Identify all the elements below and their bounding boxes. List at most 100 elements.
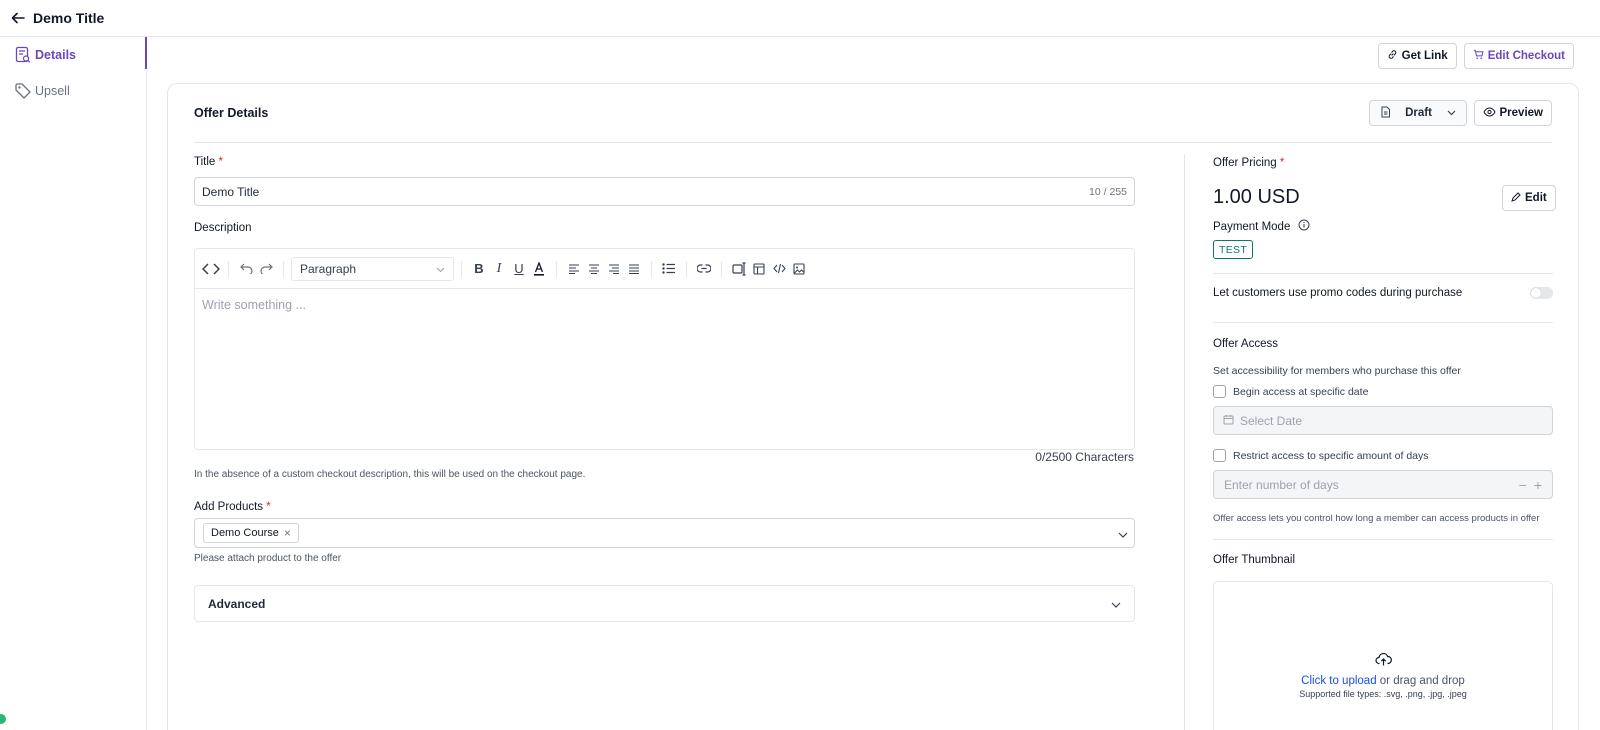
toolbar-divider xyxy=(721,260,722,277)
toolbar-divider xyxy=(686,260,687,277)
redo-icon[interactable] xyxy=(256,259,276,279)
offer-access-help: Offer access lets you control how long a… xyxy=(1213,513,1540,524)
sidebar-item-label: Upsell xyxy=(35,84,70,98)
status-value: Draft xyxy=(1405,107,1432,119)
edit-price-button[interactable]: Edit xyxy=(1502,185,1556,211)
promo-code-toggle[interactable] xyxy=(1530,287,1553,299)
product-chip-label: Demo Course xyxy=(211,527,279,539)
advanced-label: Advanced xyxy=(208,596,266,611)
sidebar-item-details[interactable]: Details xyxy=(0,37,147,73)
title-input-value: Demo Title xyxy=(202,184,260,199)
number-of-days-input[interactable]: Enter number of days − + xyxy=(1213,470,1553,499)
restrict-access-checkbox[interactable] xyxy=(1213,449,1226,462)
info-icon[interactable] xyxy=(1298,219,1310,234)
title-input[interactable]: Demo Title 10 / 255 xyxy=(194,177,1135,206)
calendar-icon xyxy=(1223,414,1234,428)
link-icon[interactable] xyxy=(694,259,714,279)
cart-icon xyxy=(1473,49,1484,63)
embed-icon[interactable] xyxy=(729,259,749,279)
document-icon xyxy=(1380,106,1391,121)
status-select[interactable]: Draft xyxy=(1368,100,1467,126)
section-divider xyxy=(1213,322,1553,323)
description-help-text: In the absence of a custom checkout desc… xyxy=(194,469,586,480)
offer-price: 1.00 USD xyxy=(1213,186,1300,208)
card-title: Offer Details xyxy=(194,106,269,120)
toolbar-divider xyxy=(651,260,652,277)
add-products-label: Add Products * xyxy=(194,501,271,513)
underline-icon[interactable]: U xyxy=(509,259,529,279)
top-bar: Demo Title xyxy=(0,0,1600,37)
block-format-select[interactable]: Paragraph xyxy=(291,256,454,281)
select-date-placeholder: Select Date xyxy=(1240,413,1303,428)
offer-access-title: Offer Access xyxy=(1213,338,1278,350)
undo-icon[interactable] xyxy=(236,259,256,279)
chevron-down-icon xyxy=(1447,107,1456,119)
preview-button[interactable]: Preview xyxy=(1473,100,1552,126)
products-help-text: Please attach product to the offer xyxy=(194,553,342,564)
required-mark: * xyxy=(1279,157,1285,169)
card-header: Offer Details Draft Preview xyxy=(194,84,1552,143)
product-chip: Demo Course × xyxy=(203,523,299,543)
link-icon xyxy=(1387,49,1398,63)
get-link-label: Get Link xyxy=(1401,50,1448,62)
column-divider xyxy=(1184,154,1185,730)
thumbnail-upload-dropzone[interactable]: Click to upload or drag and drop Support… xyxy=(1213,581,1553,730)
tag-icon xyxy=(13,81,33,101)
description-editor: Paragraph B I U Write something ... xyxy=(194,248,1135,450)
plus-icon[interactable]: + xyxy=(1534,477,1542,493)
edit-price-label: Edit xyxy=(1525,192,1547,204)
click-to-upload-link[interactable]: Click to upload xyxy=(1301,675,1376,687)
back-arrow-icon[interactable] xyxy=(8,8,28,28)
align-left-icon[interactable] xyxy=(564,259,584,279)
code-block-icon[interactable] xyxy=(769,259,789,279)
text-color-icon[interactable] xyxy=(529,259,549,279)
promo-code-label: Let customers use promo codes during pur… xyxy=(1213,287,1463,299)
close-icon[interactable]: × xyxy=(284,526,291,540)
align-center-icon[interactable] xyxy=(584,259,604,279)
select-date-input[interactable]: Select Date xyxy=(1213,406,1553,435)
edit-checkout-label: Edit Checkout xyxy=(1487,50,1565,62)
chevron-down-icon xyxy=(1111,597,1121,611)
bold-icon[interactable]: B xyxy=(469,259,489,279)
description-textarea[interactable]: Write something ... xyxy=(195,289,1134,449)
minus-icon[interactable]: − xyxy=(1519,477,1527,493)
edit-checkout-button[interactable]: Edit Checkout xyxy=(1463,43,1574,69)
section-divider xyxy=(1213,539,1553,540)
table-icon[interactable] xyxy=(749,259,769,279)
get-link-button[interactable]: Get Link xyxy=(1377,43,1457,69)
products-select[interactable]: Demo Course × xyxy=(194,518,1135,548)
section-divider xyxy=(1213,273,1553,274)
bullet-list-icon[interactable] xyxy=(659,259,679,279)
align-justify-icon[interactable] xyxy=(624,259,644,279)
sidebar-item-upsell[interactable]: Upsell xyxy=(0,73,146,109)
begin-access-label: Begin access at specific date xyxy=(1233,385,1369,398)
upload-instructions: Click to upload or drag and drop xyxy=(1214,675,1552,687)
code-view-icon[interactable] xyxy=(201,259,221,279)
image-icon[interactable] xyxy=(789,259,809,279)
chevron-down-icon xyxy=(436,262,445,276)
italic-icon[interactable]: I xyxy=(489,259,509,279)
title-char-counter: 10 / 255 xyxy=(1089,185,1127,198)
description-char-count: 0/2500 Characters xyxy=(1035,450,1134,464)
offer-thumbnail-title: Offer Thumbnail xyxy=(1213,554,1296,566)
begin-access-row: Begin access at specific date xyxy=(1213,385,1368,398)
begin-access-checkbox[interactable] xyxy=(1213,385,1226,398)
payment-mode-label: Payment Mode xyxy=(1213,220,1291,233)
payment-mode-row: Payment Mode xyxy=(1213,219,1310,234)
editor-toolbar: Paragraph B I U xyxy=(195,249,1134,289)
toolbar-divider xyxy=(228,260,229,277)
sidebar-item-label: Details xyxy=(35,48,76,62)
chevron-down-icon[interactable] xyxy=(1118,526,1128,541)
offer-pricing-label-text: Offer Pricing xyxy=(1213,157,1277,169)
days-stepper: − + xyxy=(1519,477,1542,493)
required-mark: * xyxy=(266,501,271,513)
required-mark: * xyxy=(218,156,223,168)
upload-content: Click to upload or drag and drop Support… xyxy=(1214,652,1552,699)
pencil-icon xyxy=(1511,191,1521,205)
offer-pricing-label: Offer Pricing * xyxy=(1213,157,1284,169)
align-right-icon[interactable] xyxy=(604,259,624,279)
offer-access-description: Set accessibility for members who purcha… xyxy=(1213,365,1461,377)
description-label: Description xyxy=(194,222,252,234)
page-title: Demo Title xyxy=(33,10,105,26)
advanced-accordion[interactable]: Advanced xyxy=(194,585,1135,622)
